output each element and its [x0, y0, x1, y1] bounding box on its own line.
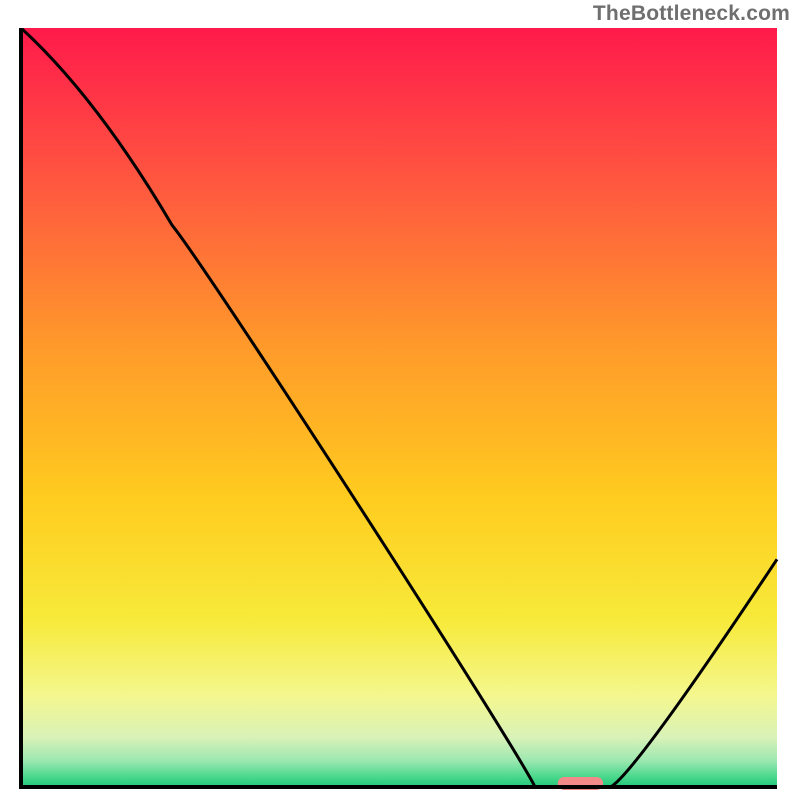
chart-svg — [18, 28, 780, 790]
chart-container: TheBottleneck.com — [0, 0, 800, 800]
attribution-label: TheBottleneck.com — [593, 2, 790, 26]
gradient-background — [21, 28, 777, 787]
plot-area — [18, 28, 780, 790]
